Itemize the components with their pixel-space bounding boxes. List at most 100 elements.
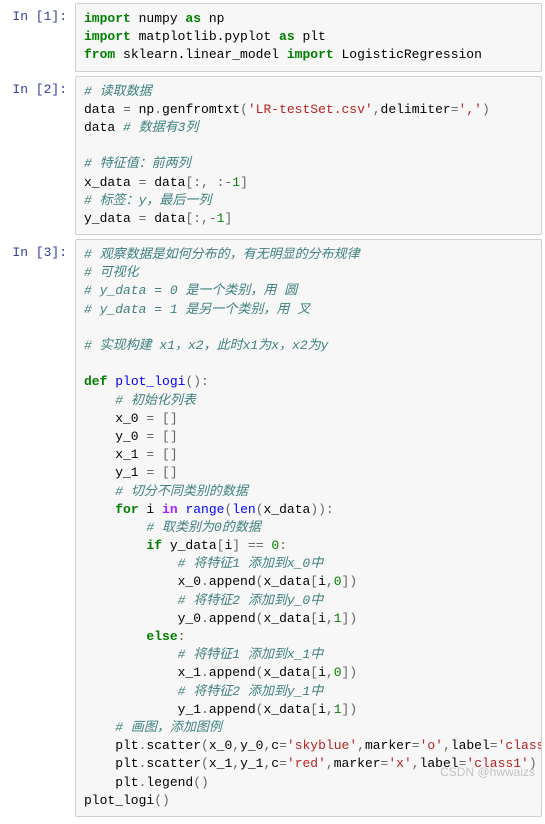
code-token: = bbox=[490, 738, 498, 753]
code-token: # 取类别为0的数据 bbox=[146, 520, 260, 535]
code-token: == bbox=[248, 538, 264, 553]
code-token: , bbox=[326, 756, 334, 771]
code-token: ]) bbox=[342, 702, 358, 717]
code-token: . bbox=[154, 102, 162, 117]
code-token: [] bbox=[162, 429, 178, 444]
code-token: # 可视化 bbox=[84, 265, 139, 280]
code-token: [:, bbox=[185, 211, 208, 226]
code-token: ]) bbox=[342, 611, 358, 626]
code-token bbox=[84, 647, 178, 662]
code-token: # 读取数据 bbox=[84, 84, 152, 99]
code-token: x_1 bbox=[84, 447, 146, 462]
code-token: [ bbox=[310, 574, 318, 589]
code-token: y_0 bbox=[240, 738, 263, 753]
code-token: x_0 bbox=[209, 738, 232, 753]
code-token: , bbox=[357, 738, 365, 753]
code-token bbox=[84, 593, 178, 608]
code-token: plt bbox=[84, 738, 139, 753]
code-token: (): bbox=[185, 374, 208, 389]
code-token: = bbox=[412, 738, 420, 753]
code-token: LogisticRegression bbox=[334, 47, 482, 62]
code-token bbox=[84, 720, 115, 735]
code-token: 'skyblue' bbox=[287, 738, 357, 753]
code-token: scatter bbox=[146, 756, 201, 771]
code-token: ( bbox=[240, 102, 248, 117]
code-token: ( bbox=[201, 738, 209, 753]
code-token: c bbox=[271, 756, 279, 771]
code-token: [] bbox=[162, 411, 178, 426]
code-token bbox=[154, 429, 162, 444]
code-token: data bbox=[84, 102, 123, 117]
code-token: y_1 bbox=[240, 756, 263, 771]
code-token bbox=[84, 393, 115, 408]
code-token: matplotlib.pyplot bbox=[131, 29, 279, 44]
code-token: 'x' bbox=[388, 756, 411, 771]
code-token: # 初始化列表 bbox=[115, 393, 196, 408]
code-token: . bbox=[201, 611, 209, 626]
input-prompt: In [2]: bbox=[3, 76, 75, 236]
code-cell: In [3]:# 观察数据是如何分布的，有无明显的分布规律 # 可视化 # y_… bbox=[3, 239, 542, 817]
code-token: label bbox=[451, 738, 490, 753]
code-token bbox=[84, 629, 146, 644]
code-cell: In [1]:import numpy as np import matplot… bbox=[3, 3, 542, 72]
code-token: append bbox=[209, 611, 256, 626]
code-input[interactable]: # 观察数据是如何分布的，有无明显的分布规律 # 可视化 # y_data = … bbox=[75, 239, 542, 817]
code-token: , bbox=[373, 102, 381, 117]
code-token: 'o' bbox=[420, 738, 443, 753]
code-token: [ bbox=[310, 665, 318, 680]
code-token: ] bbox=[240, 175, 248, 190]
code-token: # y_data = 0 是一个类别，用 圆 bbox=[84, 283, 297, 298]
code-token: x_data bbox=[263, 665, 310, 680]
code-token: # y_data = 1 是另一个类别，用 叉 bbox=[84, 302, 310, 317]
code-token: x_data bbox=[263, 702, 310, 717]
code-input[interactable]: # 读取数据 data = np.genfromtxt('LR-testSet.… bbox=[75, 76, 542, 236]
code-token: . bbox=[201, 702, 209, 717]
code-token: genfromtxt bbox=[162, 102, 240, 117]
code-token: ',' bbox=[459, 102, 482, 117]
code-token: i bbox=[318, 702, 326, 717]
code-input[interactable]: import numpy as np import matplotlib.pyp… bbox=[75, 3, 542, 72]
code-token: )): bbox=[310, 502, 333, 517]
code-token: x_data bbox=[84, 175, 139, 190]
code-token: [] bbox=[162, 447, 178, 462]
code-token: 0 bbox=[334, 574, 342, 589]
code-token: ( bbox=[201, 756, 209, 771]
code-token: () bbox=[154, 793, 170, 808]
watermark: CSDN @hwwaizs bbox=[440, 765, 535, 779]
code-token: ( bbox=[256, 502, 264, 517]
code-token: # 实现构建 x1，x2，此时x1为x，x2为y bbox=[84, 338, 328, 353]
code-token: range bbox=[185, 502, 224, 517]
code-token: i bbox=[318, 665, 326, 680]
code-token: ] bbox=[224, 211, 232, 226]
code-token: 1 bbox=[334, 611, 342, 626]
code-token: y_data bbox=[162, 538, 217, 553]
code-token: np bbox=[201, 11, 224, 26]
notebook-container: In [1]:import numpy as np import matplot… bbox=[3, 3, 542, 817]
code-token bbox=[154, 447, 162, 462]
code-token: data bbox=[146, 175, 185, 190]
code-token: x_1 bbox=[84, 665, 201, 680]
code-token: # 将特征1 添加到x_1中 bbox=[178, 647, 324, 662]
code-token: y_data bbox=[84, 211, 139, 226]
code-token: 'class0' bbox=[498, 738, 542, 753]
code-token: 1 bbox=[334, 702, 342, 717]
code-token: y_1 bbox=[84, 465, 146, 480]
code-token: append bbox=[209, 702, 256, 717]
code-token bbox=[84, 520, 146, 535]
code-token: # 标签：y，最后一列 bbox=[84, 193, 211, 208]
code-token: plt bbox=[295, 29, 326, 44]
code-token: x_0 bbox=[84, 574, 201, 589]
code-cell: In [2]:# 读取数据 data = np.genfromtxt('LR-t… bbox=[3, 76, 542, 236]
code-token: . bbox=[201, 574, 209, 589]
code-token: c bbox=[271, 738, 279, 753]
code-token: y_1 bbox=[84, 702, 201, 717]
code-token: as bbox=[185, 11, 201, 26]
code-token: # 特征值：前两列 bbox=[84, 156, 191, 171]
code-token: , bbox=[326, 702, 334, 717]
code-token: append bbox=[209, 574, 256, 589]
code-token bbox=[84, 538, 146, 553]
code-token: append bbox=[209, 665, 256, 680]
code-token: from bbox=[84, 47, 115, 62]
code-token: import bbox=[84, 11, 131, 26]
code-token bbox=[209, 175, 217, 190]
